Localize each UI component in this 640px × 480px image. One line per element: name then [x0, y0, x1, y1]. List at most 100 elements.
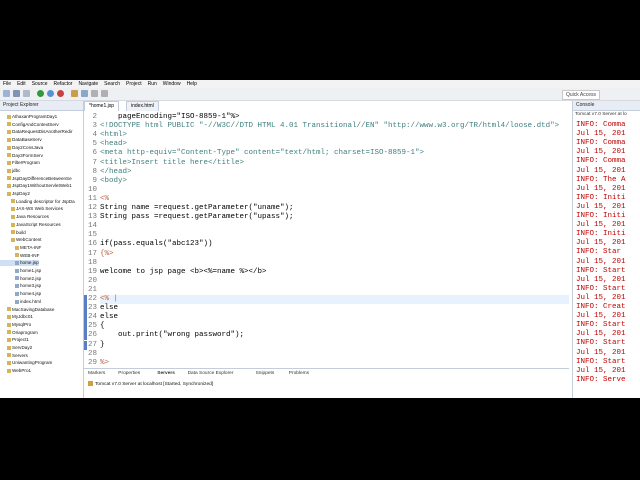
- project-tree-item[interactable]: MacSavingDatabase: [0, 307, 54, 313]
- project-tree-item[interactable]: Project1: [0, 337, 29, 343]
- project-tree-item[interactable]: home3.jsp: [0, 283, 41, 289]
- project-tree-item[interactable]: Oriaprogram: [0, 330, 38, 336]
- project-tree-item[interactable]: JavaScript Resources: [0, 222, 61, 228]
- folder-icon: [11, 230, 15, 235]
- menu-item[interactable]: Source: [29, 80, 51, 88]
- project-tree-item[interactable]: WebPro1: [0, 368, 31, 374]
- folder-icon: [15, 261, 19, 266]
- save-icon[interactable]: [13, 90, 20, 97]
- code-line[interactable]: String pass =request.getParameter("upass…: [100, 213, 294, 221]
- menu-item[interactable]: Navigate: [75, 80, 101, 88]
- servers-panel-tab[interactable]: Servers: [157, 370, 175, 378]
- project-tree-item[interactable]: Day3FormServ: [0, 153, 43, 159]
- project-tree-item[interactable]: Loading descriptor for JspDa: [0, 199, 75, 205]
- quick-access-field[interactable]: Quick Access: [561, 90, 600, 100]
- line-number: 9: [92, 176, 97, 185]
- menu-item[interactable]: Help: [184, 80, 200, 88]
- forward-icon[interactable]: [101, 90, 108, 97]
- tab-index-html[interactable]: index.html: [126, 101, 159, 111]
- project-tree-item[interactable]: FilterProgram: [0, 160, 40, 166]
- menu-item[interactable]: Edit: [14, 80, 29, 88]
- code-line[interactable]: <meta http-equiv="Content-Type" content=…: [100, 149, 424, 157]
- console-line: Jul 15, 201: [576, 257, 626, 266]
- project-tree-item[interactable]: META-INF: [0, 245, 41, 251]
- code-line[interactable]: pageEncoding="ISO-8859-1"%>: [100, 113, 240, 121]
- project-tree-item[interactable]: WEB-INF: [0, 253, 39, 259]
- menu-item[interactable]: Refactor: [51, 80, 76, 88]
- open-type-icon[interactable]: [71, 90, 78, 97]
- menu-item[interactable]: File: [0, 80, 14, 88]
- project-tree-item[interactable]: Java Resources: [0, 214, 49, 220]
- tab-home1-jsp[interactable]: *home1.jsp: [84, 101, 120, 111]
- stop-icon[interactable]: [57, 90, 64, 97]
- project-explorer-tab[interactable]: Project Explorer: [0, 101, 83, 111]
- project-tree-item[interactable]: JspDay2: [0, 191, 30, 197]
- code-line[interactable]: out.print("wrong password");: [100, 331, 244, 339]
- console-tab[interactable]: Console: [573, 101, 640, 111]
- save-all-icon[interactable]: [23, 90, 30, 97]
- project-tree-item[interactable]: DataRequestDisAnotherRedir: [0, 129, 73, 135]
- servers-panel-tab[interactable]: Data Source Explorer: [188, 370, 234, 378]
- project-tree-item[interactable]: home2.jsp: [0, 276, 41, 282]
- code-line[interactable]: <head>: [100, 140, 127, 148]
- project-tree-item[interactable]: UniwantingProgram: [0, 360, 52, 366]
- servers-panel-tab[interactable]: Snippets: [256, 370, 275, 378]
- project-tree-item[interactable]: WebContent: [0, 237, 41, 243]
- code-line[interactable]: {: [100, 322, 105, 330]
- run-icon[interactable]: [37, 90, 44, 97]
- project-tree-item[interactable]: ServDay2: [0, 345, 32, 351]
- project-tree-item[interactable]: index.html: [0, 299, 41, 305]
- code-line[interactable]: if(pass.equals("abc123")): [100, 240, 213, 248]
- project-tree-item[interactable]: JspDayDifferenceBetweenSe: [0, 176, 72, 182]
- line-number: 26: [87, 331, 97, 340]
- new-icon[interactable]: [3, 90, 10, 97]
- code-line[interactable]: <% |: [100, 295, 118, 303]
- project-tree-item[interactable]: Day2ConsJava: [0, 145, 43, 151]
- server-entry[interactable]: Tomcat v7.0 Server at localhost [Started…: [88, 381, 213, 389]
- code-line[interactable]: %>: [100, 359, 109, 367]
- menu-item[interactable]: Project: [123, 80, 145, 88]
- project-tree-item[interactable]: build: [0, 230, 26, 236]
- code-line[interactable]: <%: [100, 195, 109, 203]
- tree-item-label: WebContent: [16, 237, 42, 243]
- code-line[interactable]: </head>: [100, 168, 132, 176]
- code-line[interactable]: else: [100, 313, 118, 321]
- project-tree-item[interactable]: home4.jsp: [0, 291, 41, 297]
- tree-item-label: MacSavingDatabase: [12, 306, 55, 312]
- code-line[interactable]: welcome to jsp page <b><%=name %></b>: [100, 268, 267, 276]
- project-tree-item[interactable]: AthaxanProgramDay1: [0, 114, 57, 120]
- project-tree-item[interactable]: JspDay1WithoutServletWeb1: [0, 183, 72, 189]
- code-line[interactable]: <title>Insert title here</title>: [100, 159, 244, 167]
- code-line[interactable]: <html>: [100, 131, 127, 139]
- menu-item[interactable]: Search: [101, 80, 123, 88]
- code-line[interactable]: }: [100, 341, 105, 349]
- servers-panel: Markers Properties Servers Data Source Expl…: [84, 368, 569, 398]
- project-tree-item[interactable]: MysqlPro: [0, 322, 31, 328]
- code-line[interactable]: String name =request.getParameter("uname…: [100, 204, 294, 212]
- code-line[interactable]: else: [100, 304, 118, 312]
- project-tree-item[interactable]: ConfigAndContextServ: [0, 122, 59, 128]
- code-editor[interactable]: *home1.jsp index.html 2 3 4 5 6 7 8 9 10 11 12 13 14…: [84, 101, 569, 367]
- folder-icon: [7, 153, 11, 158]
- debug-icon[interactable]: [47, 90, 54, 97]
- code-line[interactable]: <body>: [100, 177, 127, 185]
- search-icon[interactable]: [81, 90, 88, 97]
- menu-item[interactable]: Window: [160, 80, 184, 88]
- folder-icon: [7, 191, 11, 196]
- project-tree-item[interactable]: MyJdbc01: [0, 314, 33, 320]
- project-tree-item[interactable]: jdbc: [0, 168, 20, 174]
- project-tree-item[interactable]: DataBaseServ: [0, 137, 42, 143]
- line-number: 5: [92, 140, 97, 149]
- project-tree-item[interactable]: Servers: [0, 353, 28, 359]
- project-tree-item[interactable]: JAX-WS Web Services: [0, 206, 63, 212]
- servers-panel-tab[interactable]: Markers: [88, 370, 105, 378]
- menu-item[interactable]: Run: [145, 80, 160, 88]
- project-tree-item[interactable]: home1.jsp: [0, 268, 41, 274]
- code-line[interactable]: {%>: [100, 250, 114, 258]
- code-line[interactable]: <!DOCTYPE html PUBLIC "-//W3C//DTD HTML …: [100, 122, 559, 130]
- project-tree-item[interactable]: home.jsp: [0, 260, 39, 267]
- servers-panel-tab[interactable]: Problems: [289, 370, 309, 378]
- server-entry-label: Tomcat v7.0 Server at localhost [Started…: [95, 382, 214, 387]
- back-icon[interactable]: [91, 90, 98, 97]
- servers-panel-tab[interactable]: Properties: [118, 370, 140, 378]
